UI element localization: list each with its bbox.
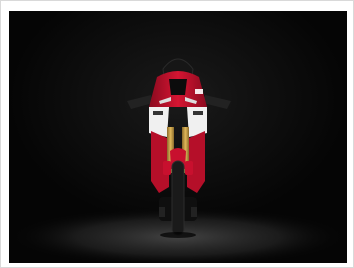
left-peg (159, 207, 165, 217)
motorcycle-illustration (9, 11, 347, 263)
right-red-decal (195, 89, 203, 94)
nose-intake (169, 79, 187, 95)
left-decal (153, 111, 163, 115)
image-frame (0, 0, 354, 268)
tyre-shadow (160, 232, 196, 238)
right-decal (193, 111, 203, 115)
right-caliper (185, 161, 193, 175)
front-tyre (171, 160, 185, 236)
right-peg (191, 207, 197, 217)
left-caliper (163, 161, 171, 175)
motorcycle-photo (9, 11, 347, 263)
